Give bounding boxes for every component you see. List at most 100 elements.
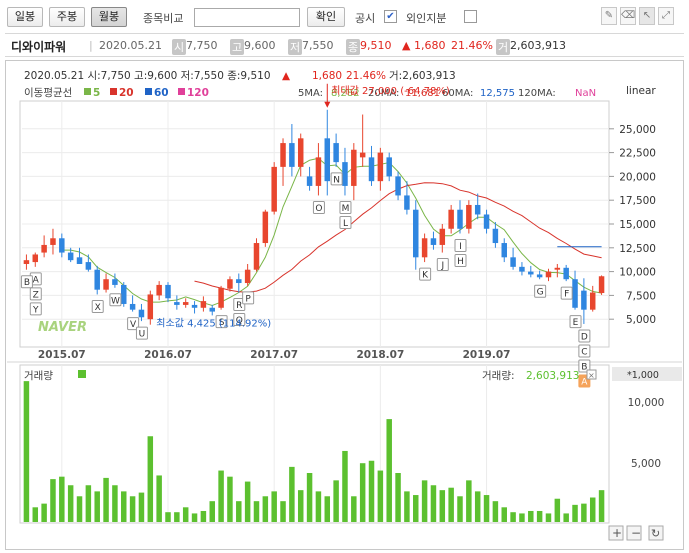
candle-body[interactable]	[519, 266, 525, 272]
candle-body[interactable]	[59, 238, 65, 253]
volume-bar[interactable]	[563, 513, 569, 522]
candle-body[interactable]	[359, 152, 366, 158]
candle-body[interactable]	[50, 238, 56, 245]
candle-body[interactable]	[76, 257, 83, 264]
confirm-button[interactable]: 확인	[307, 7, 345, 27]
candle-body[interactable]	[545, 271, 552, 278]
candle-body[interactable]	[404, 195, 410, 210]
scale-mode-label[interactable]: linear	[626, 85, 656, 97]
volume-bar[interactable]	[280, 501, 286, 522]
volume-bar[interactable]	[386, 419, 392, 522]
volume-bar[interactable]	[129, 496, 136, 522]
volume-bar[interactable]	[59, 476, 65, 522]
candle-body[interactable]	[200, 301, 207, 308]
volume-bar[interactable]	[421, 480, 428, 522]
volume-bar[interactable]	[200, 510, 207, 522]
volume-bar[interactable]	[351, 496, 357, 522]
candle-body[interactable]	[333, 143, 339, 163]
candle-body[interactable]	[474, 204, 481, 215]
candle-body[interactable]	[156, 284, 162, 296]
candle-body[interactable]	[501, 243, 507, 258]
candle-body[interactable]	[324, 138, 331, 182]
foreign-ownership-checkbox[interactable]	[464, 10, 477, 23]
volume-bar[interactable]	[94, 491, 100, 522]
volume-bar[interactable]	[289, 466, 295, 522]
volume-bar[interactable]	[572, 504, 578, 522]
volume-bar[interactable]	[598, 490, 605, 522]
volume-bar[interactable]	[333, 480, 339, 522]
volume-bar[interactable]	[103, 477, 109, 522]
volume-bar[interactable]	[448, 487, 454, 522]
volume-bar[interactable]	[297, 490, 304, 522]
volume-bar[interactable]	[510, 512, 516, 522]
pencil-icon[interactable]: ✎	[601, 7, 617, 25]
volume-bar[interactable]	[156, 475, 162, 522]
candle-body[interactable]	[315, 157, 322, 186]
candle-body[interactable]	[129, 303, 136, 310]
volume-bar[interactable]	[501, 507, 507, 522]
eraser-icon[interactable]: ⌫	[620, 7, 636, 25]
volume-bar[interactable]	[23, 381, 30, 522]
stock-chart[interactable]: 2020.05.21 시:7,750 고:9,600 저:7,550 종:9,5…	[6, 61, 683, 549]
volume-bar[interactable]	[324, 496, 331, 522]
volume-bar[interactable]	[121, 491, 127, 522]
volume-bar[interactable]	[138, 492, 145, 522]
candle-body[interactable]	[67, 252, 74, 261]
candle-body[interactable]	[227, 279, 233, 289]
candle-body[interactable]	[430, 238, 437, 245]
candle-body[interactable]	[466, 204, 472, 229]
candle-body[interactable]	[253, 243, 260, 270]
candle-body[interactable]	[236, 279, 242, 284]
volume-bar[interactable]	[227, 476, 233, 522]
volume-bar[interactable]	[430, 485, 437, 522]
candle-body[interactable]	[147, 294, 154, 320]
volume-bar[interactable]	[413, 495, 419, 522]
candle-body[interactable]	[413, 209, 419, 258]
candle-body[interactable]	[289, 143, 295, 167]
tab-daily[interactable]: 일봉	[7, 7, 43, 27]
candle-body[interactable]	[457, 209, 463, 229]
volume-bar[interactable]	[404, 491, 410, 522]
volume-bar[interactable]	[50, 479, 56, 522]
candle-body[interactable]	[306, 176, 313, 186]
candle-body[interactable]	[439, 228, 446, 245]
candle-body[interactable]	[271, 166, 277, 212]
volume-bar[interactable]	[85, 485, 92, 522]
candle-body[interactable]	[510, 257, 516, 267]
candle-body[interactable]	[121, 284, 127, 304]
candle-body[interactable]	[191, 304, 198, 308]
candle-body[interactable]	[41, 244, 47, 253]
candle-body[interactable]	[165, 284, 171, 299]
volume-bar[interactable]	[253, 501, 260, 522]
candle-body[interactable]	[554, 267, 561, 270]
volume-bar[interactable]	[262, 496, 269, 522]
volume-bar[interactable]	[545, 513, 552, 522]
volume-bar[interactable]	[315, 491, 322, 522]
volume-bar[interactable]	[368, 460, 375, 522]
volume-bar[interactable]	[147, 436, 154, 522]
volume-bar[interactable]	[528, 510, 534, 522]
volume-bar[interactable]	[174, 512, 180, 522]
candle-body[interactable]	[280, 143, 286, 167]
volume-bar[interactable]	[41, 503, 47, 522]
volume-bar[interactable]	[218, 470, 224, 522]
candle-body[interactable]	[297, 138, 304, 167]
volume-bar[interactable]	[112, 485, 118, 522]
candle-body[interactable]	[492, 228, 499, 244]
volume-bar[interactable]	[589, 497, 596, 523]
candle-body[interactable]	[368, 157, 375, 182]
volume-bar[interactable]	[554, 498, 561, 522]
volume-bar[interactable]	[519, 513, 525, 522]
candle-body[interactable]	[536, 274, 543, 278]
candle-body[interactable]	[377, 152, 384, 182]
candle-body[interactable]	[209, 307, 215, 312]
candle-body[interactable]	[174, 302, 180, 305]
candle-body[interactable]	[598, 276, 605, 294]
candle-body[interactable]	[386, 157, 392, 177]
volume-bar[interactable]	[342, 450, 348, 522]
candle-body[interactable]	[342, 162, 348, 186]
candle-body[interactable]	[244, 269, 251, 284]
volume-bar[interactable]	[32, 507, 39, 522]
volume-bar[interactable]	[76, 496, 83, 522]
tab-weekly[interactable]: 주봉	[49, 7, 85, 27]
